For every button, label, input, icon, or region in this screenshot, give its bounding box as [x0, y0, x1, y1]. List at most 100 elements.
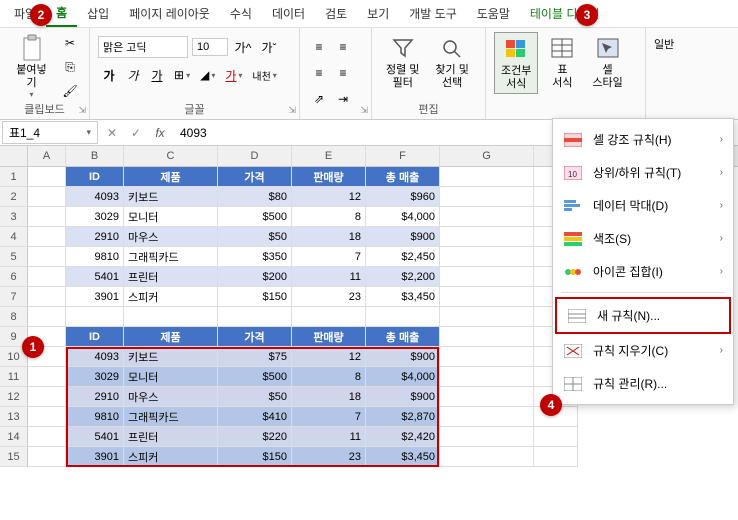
menu-formulas[interactable]: 수식: [220, 1, 262, 26]
menu-help[interactable]: 도움말: [467, 1, 520, 26]
menu-new-rule[interactable]: 새 규칙(N)...: [555, 297, 731, 334]
cell[interactable]: ID: [66, 327, 124, 347]
menu-insert[interactable]: 삽입: [77, 1, 119, 26]
sort-filter-button[interactable]: 정렬 및 필터: [380, 32, 425, 92]
underline-button[interactable]: 가: [146, 64, 168, 86]
row-header[interactable]: 15: [0, 447, 28, 467]
orientation-button[interactable]: ⇗: [308, 88, 330, 110]
cell[interactable]: 5401: [66, 427, 124, 447]
cell[interactable]: $50: [218, 227, 292, 247]
cell[interactable]: $50: [218, 387, 292, 407]
cell[interactable]: 그래픽카드: [124, 247, 218, 267]
menu-pagelayout[interactable]: 페이지 레이아웃: [119, 1, 220, 26]
cell[interactable]: 5401: [66, 267, 124, 287]
row-header[interactable]: 8: [0, 307, 28, 327]
cell[interactable]: 4093: [66, 187, 124, 207]
cell[interactable]: [440, 367, 534, 387]
cell[interactable]: $410: [218, 407, 292, 427]
cell[interactable]: 모니터: [124, 367, 218, 387]
cell[interactable]: [440, 347, 534, 367]
menu-data-bars[interactable]: 데이터 막대(D) ›: [553, 189, 733, 222]
fill-color-button[interactable]: ◢▾: [196, 64, 219, 86]
cell[interactable]: [440, 167, 534, 187]
alignment-launcher[interactable]: ⇲: [360, 105, 368, 116]
bold-button[interactable]: 가: [98, 64, 120, 86]
cell[interactable]: 프린터: [124, 267, 218, 287]
cell[interactable]: $2,420: [366, 427, 440, 447]
increase-font-button[interactable]: 가^: [232, 36, 254, 58]
cell[interactable]: [28, 447, 66, 467]
clipboard-launcher[interactable]: ⇲: [78, 105, 86, 116]
align-left-button[interactable]: ≡: [308, 62, 330, 84]
cell[interactable]: 프린터: [124, 427, 218, 447]
border-button[interactable]: ⊞▾: [170, 64, 194, 86]
cell[interactable]: [28, 167, 66, 187]
cell[interactable]: 판매량: [292, 327, 366, 347]
menu-clear-rules[interactable]: 규칙 지우기(C) ›: [553, 334, 733, 367]
cell[interactable]: 판매량: [292, 167, 366, 187]
fx-button[interactable]: fx: [148, 126, 172, 140]
cell[interactable]: 8: [292, 207, 366, 227]
row-header[interactable]: 7: [0, 287, 28, 307]
enter-formula-button[interactable]: ✓: [124, 126, 148, 140]
row-header[interactable]: 14: [0, 427, 28, 447]
cell[interactable]: 18: [292, 387, 366, 407]
select-all-corner[interactable]: [0, 146, 28, 166]
cell[interactable]: [440, 447, 534, 467]
col-header[interactable]: E: [292, 146, 366, 166]
cell[interactable]: 마우스: [124, 387, 218, 407]
cell[interactable]: 모니터: [124, 207, 218, 227]
cell[interactable]: 키보드: [124, 347, 218, 367]
cell[interactable]: 23: [292, 287, 366, 307]
cell[interactable]: $900: [366, 347, 440, 367]
cell[interactable]: 12: [292, 187, 366, 207]
cell[interactable]: 2910: [66, 387, 124, 407]
menu-highlight-cells-rules[interactable]: 셀 강조 규칙(H) ›: [553, 123, 733, 156]
cell[interactable]: $350: [218, 247, 292, 267]
cell[interactable]: $900: [366, 227, 440, 247]
row-header[interactable]: 11: [0, 367, 28, 387]
col-header[interactable]: G: [440, 146, 534, 166]
cell[interactable]: $80: [218, 187, 292, 207]
cell[interactable]: [440, 327, 534, 347]
cell[interactable]: [28, 287, 66, 307]
cell[interactable]: 스피커: [124, 447, 218, 467]
decrease-font-button[interactable]: 가ˇ: [258, 36, 280, 58]
cell[interactable]: 총 매출: [366, 167, 440, 187]
cell[interactable]: [28, 247, 66, 267]
cell[interactable]: $150: [218, 447, 292, 467]
menu-review[interactable]: 검토: [315, 1, 357, 26]
cell[interactable]: 가격: [218, 327, 292, 347]
font-launcher[interactable]: ⇲: [288, 105, 296, 116]
row-header[interactable]: 4: [0, 227, 28, 247]
cell[interactable]: 7: [292, 407, 366, 427]
cell[interactable]: [28, 227, 66, 247]
menu-manage-rules[interactable]: 규칙 관리(R)...: [553, 367, 733, 400]
cell[interactable]: $75: [218, 347, 292, 367]
cell[interactable]: 11: [292, 267, 366, 287]
cell-styles-button[interactable]: 셀 스타일: [586, 32, 628, 92]
cell[interactable]: $200: [218, 267, 292, 287]
cell[interactable]: [440, 387, 534, 407]
cell[interactable]: 11: [292, 427, 366, 447]
cell[interactable]: [28, 407, 66, 427]
cell[interactable]: $900: [366, 387, 440, 407]
row-header[interactable]: 3: [0, 207, 28, 227]
cell[interactable]: [28, 207, 66, 227]
col-header[interactable]: A: [28, 146, 66, 166]
cell[interactable]: $2,870: [366, 407, 440, 427]
paste-button[interactable]: 붙여넣기 ▾: [8, 32, 55, 101]
col-header[interactable]: D: [218, 146, 292, 166]
cell[interactable]: [366, 307, 440, 327]
copy-button[interactable]: ⎘: [59, 56, 81, 78]
cell[interactable]: [28, 187, 66, 207]
cell[interactable]: 9810: [66, 247, 124, 267]
cell[interactable]: $4,000: [366, 367, 440, 387]
cell[interactable]: $960: [366, 187, 440, 207]
cell[interactable]: 18: [292, 227, 366, 247]
cell[interactable]: 9810: [66, 407, 124, 427]
phonetic-button[interactable]: 내천▾: [248, 64, 280, 86]
cell[interactable]: 12: [292, 347, 366, 367]
find-select-button[interactable]: 찾기 및 선택: [429, 32, 474, 92]
format-as-table-button[interactable]: 표 서식: [542, 32, 582, 92]
